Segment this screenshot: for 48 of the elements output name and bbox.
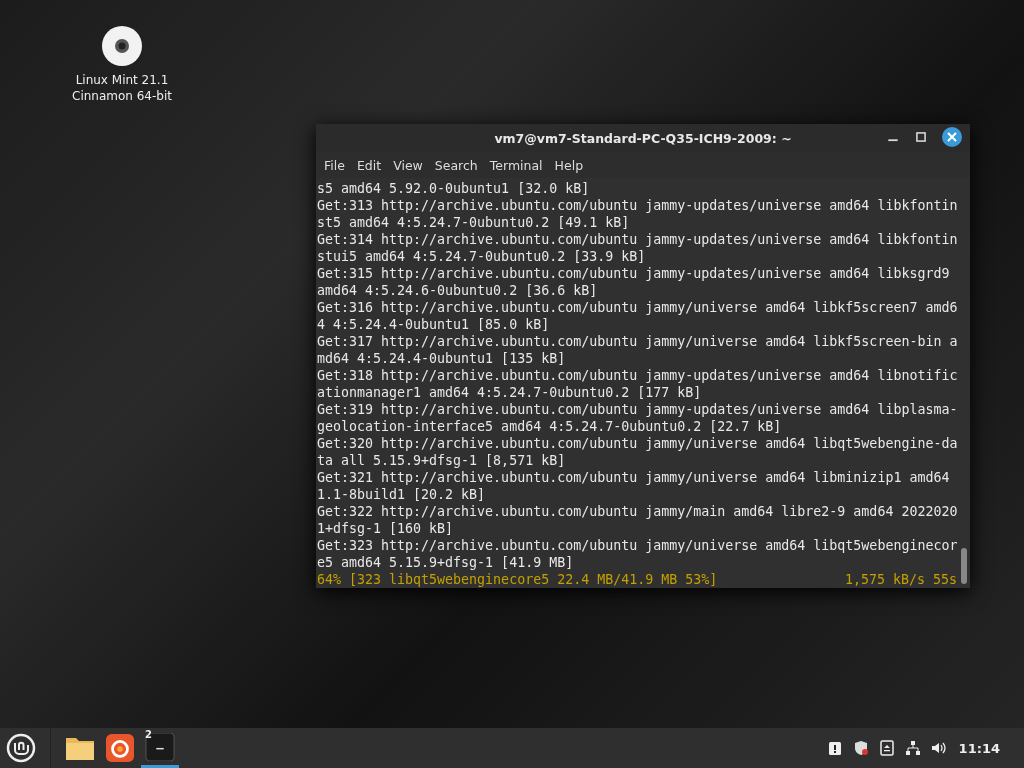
terminal-line: Get:318 http://archive.ubuntu.com/ubuntu jammy-updates/universe amd64 libnotific: [317, 367, 958, 384]
terminal-line: Get:321 http://archive.ubuntu.com/ubuntu jammy/universe amd64 libminizip1 amd64: [317, 469, 950, 486]
terminal-line: Get:315 http://archive.ubuntu.com/ubuntu jammy-updates/universe amd64 libksgrd9: [317, 265, 950, 282]
terminal-line: st5 amd64 4:5.24.7-0ubuntu0.2 [49.1 kB]: [317, 214, 630, 231]
disc-icon[interactable]: [102, 26, 142, 66]
download-speed: 1,575 kB/s 55s: [844, 571, 957, 588]
browser-icon: [105, 734, 135, 762]
close-icon[interactable]: [942, 127, 962, 147]
shield-icon[interactable]: [852, 740, 869, 756]
menu-item[interactable]: Terminal: [483, 157, 549, 173]
terminal-line: Get:313 http://archive.ubuntu.com/ubuntu jammy-updates/universe amd64 libkfontin: [317, 197, 958, 214]
taskbar-app[interactable]: 2: [141, 728, 179, 768]
terminal-line: amd64 4:5.24.6-0ubuntu0.2 [36.6 kB]: [317, 282, 598, 299]
menu-item[interactable]: View: [387, 157, 429, 173]
maximize-icon[interactable]: [914, 130, 928, 144]
terminal-line: md64 4:5.24.4-0ubuntu1 [135 kB]: [317, 350, 566, 367]
volume-icon[interactable]: [930, 740, 947, 756]
terminal-line: ationmanager1 amd64 4:5.24.7-0ubuntu0.2 [177 kB]: [317, 384, 702, 401]
terminal-icon: [145, 732, 175, 761]
menu-item[interactable]: Help: [548, 157, 590, 173]
terminal-line: Get:316 http://archive.ubuntu.com/ubuntu jammy/universe amd64 libkf5screen7 amd6: [317, 299, 958, 316]
terminal-line: Get:323 http://archive.ubuntu.com/ubuntu jammy/universe amd64 libqt5webenginecor: [317, 537, 958, 554]
terminal-line: s5 amd64 5.92.0-0ubuntu1 [32.0 kB]: [317, 180, 590, 197]
terminal-line: Get:314 http://archive.ubuntu.com/ubuntu jammy-updates/universe amd64 libkfontin: [317, 231, 958, 248]
clock[interactable]: 11:14: [958, 740, 1000, 756]
terminal-line: Get:320 http://archive.ubuntu.com/ubuntu jammy/universe amd64 libqt5webengine-da: [317, 435, 958, 452]
terminal-line: Get:322 http://archive.ubuntu.com/ubuntu jammy/main amd64 libre2-9 amd64 2022020: [317, 503, 958, 520]
desktop-icon-label[interactable]: Linux Mint 21.1 Cinnamon 64-bit: [72, 72, 172, 104]
eject-icon[interactable]: [878, 740, 895, 756]
progress-status: 64% [323 libqt5webenginecore5 22.4 MB/41.9 MB 53%]: [317, 571, 718, 588]
window-title: vm7@vm7-Standard-PC-Q35-ICH9-2009: ~: [494, 130, 792, 146]
terminal-line: Get:317 http://archive.ubuntu.com/ubuntu jammy/universe amd64 libkf5screen-bin a: [317, 333, 958, 350]
clipboard-icon[interactable]: [826, 740, 843, 756]
terminal-line: 1.1-8build1 [20.2 kB]: [317, 486, 486, 503]
terminal-line: e5 amd64 5.15.9+dfsg-1 [41.9 MB]: [317, 554, 574, 571]
menu-item[interactable]: Search: [428, 157, 484, 173]
terminal-line: ta all 5.15.9+dfsg-1 [8,571 kB]: [317, 452, 566, 469]
window-count: 2: [145, 729, 152, 740]
terminal-line: geolocation-interface5 amd64 4:5.24.7-0ubuntu0.2 [22.7 kB]: [317, 418, 782, 435]
menu-item[interactable]: Edit: [350, 157, 388, 173]
menu-item[interactable]: File: [318, 157, 351, 173]
terminal-line: stui5 amd64 4:5.24.7-0ubuntu0.2 [33.9 kB]: [317, 248, 646, 265]
scrollbar[interactable]: [961, 548, 967, 584]
network-icon[interactable]: [904, 740, 921, 756]
terminal-line: 4 4:5.24.4-0ubuntu1 [85.0 kB]: [317, 316, 550, 333]
terminal-line: Get:319 http://archive.ubuntu.com/ubuntu jammy-updates/universe amd64 libplasma-: [317, 401, 958, 418]
terminal-line: 1+dfsg-1 [160 kB]: [317, 520, 454, 537]
menu-logo-icon[interactable]: [6, 733, 36, 763]
